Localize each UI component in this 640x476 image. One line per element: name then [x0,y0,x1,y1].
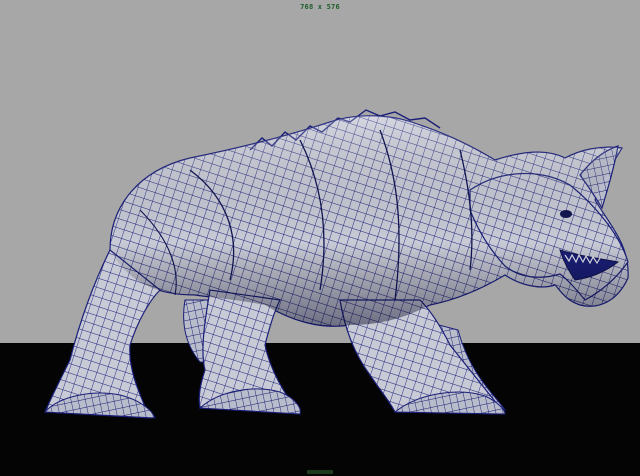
maya-viewport[interactable]: 768 x 576 [0,0,640,476]
resolution-gate-label: 768 x 576 [300,3,340,11]
creature-wireframe-model[interactable] [0,0,640,476]
viewport-bottom-marker [307,470,333,474]
